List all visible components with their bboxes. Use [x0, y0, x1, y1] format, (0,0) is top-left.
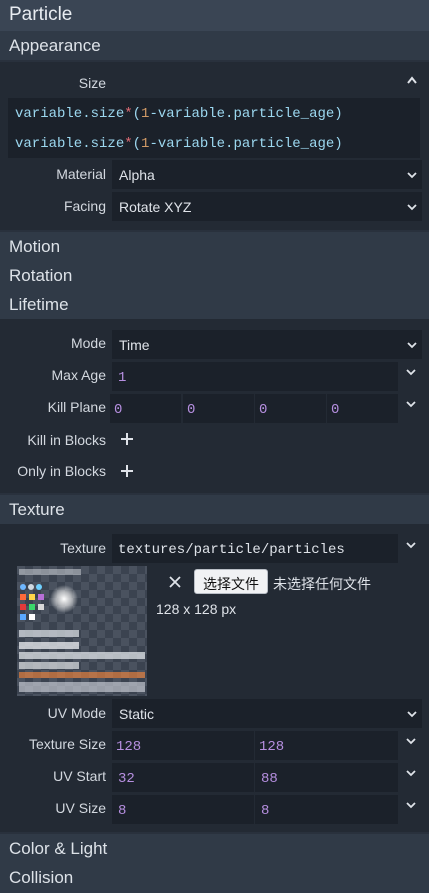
chevron-down-icon[interactable]	[406, 540, 416, 550]
uv-start-input-v[interactable]: 88	[255, 763, 398, 792]
section-lifetime-title: Lifetime	[9, 295, 69, 314]
kill-plane-input-a[interactable]: 0	[110, 394, 181, 423]
texture-size-input-v[interactable]: 128	[255, 731, 398, 760]
material-label: Material	[56, 166, 106, 182]
panel-title: Particle	[9, 4, 73, 25]
uv-start-value-v: 88	[261, 771, 278, 787]
mode-select[interactable]: Time	[112, 330, 422, 359]
section-rotation-title: Rotation	[9, 266, 73, 285]
uv-start-input-u[interactable]: 32	[112, 763, 254, 792]
kill-plane-value-a: 0	[114, 402, 123, 418]
plus-icon[interactable]	[120, 464, 134, 478]
section-rotation-header[interactable]: Rotation	[0, 261, 429, 290]
material-value: Alpha	[119, 167, 155, 183]
plus-icon[interactable]	[120, 432, 134, 446]
section-appearance-title: Appearance	[9, 36, 101, 55]
chevron-down-icon	[407, 204, 417, 211]
uv-start-label: UV Start	[53, 768, 106, 784]
size-expression-input-2[interactable]: variable.size*(1-variable.particle_age)	[8, 128, 420, 158]
chevron-down-icon[interactable]	[406, 367, 416, 377]
kill-plane-input-d[interactable]: 0	[327, 394, 398, 423]
material-select[interactable]: Alpha	[112, 160, 422, 189]
facing-select[interactable]: Rotate XYZ	[112, 192, 422, 221]
uv-mode-select[interactable]: Static	[112, 699, 422, 728]
chevron-up-icon[interactable]	[406, 75, 418, 85]
size-expression-input-1[interactable]: variable.size*(1-variable.particle_age)	[8, 98, 420, 128]
section-motion-title: Motion	[9, 237, 61, 256]
section-appearance-body: Size variable.size*(1-variable.particle_…	[0, 62, 429, 230]
texture-size-value-v: 128	[259, 739, 285, 755]
uv-mode-label: UV Mode	[47, 705, 106, 721]
choose-file-label: 选择文件	[203, 576, 259, 592]
section-appearance-header[interactable]: Appearance	[0, 31, 429, 60]
size-label: Size	[78, 75, 106, 91]
texture-path-value: textures/particle/particles	[118, 542, 345, 558]
uv-start-value-u: 32	[118, 771, 135, 787]
choose-file-button[interactable]: 选择文件	[194, 569, 268, 594]
section-collision-header[interactable]: Collision	[0, 863, 429, 893]
kill-plane-label: Kill Plane	[47, 399, 106, 415]
section-texture-body: Texture textures/particle/particles 选择文件…	[0, 524, 429, 832]
texture-label: Texture	[60, 540, 106, 556]
uv-size-input-u[interactable]: 8	[112, 795, 254, 824]
section-color-light-header[interactable]: Color & Light	[0, 834, 429, 863]
max-age-input[interactable]: 1	[112, 362, 398, 391]
max-age-value: 1	[118, 370, 127, 386]
uv-size-input-v[interactable]: 8	[255, 795, 398, 824]
mode-label: Mode	[70, 335, 106, 351]
kill-plane-input-b[interactable]: 0	[183, 394, 254, 423]
chevron-down-icon[interactable]	[406, 800, 416, 810]
max-age-label: Max Age	[51, 367, 106, 383]
panel-header: Particle	[0, 0, 429, 31]
uv-size-value-u: 8	[118, 803, 127, 819]
chevron-down-icon[interactable]	[406, 736, 416, 746]
chevron-down-icon[interactable]	[406, 399, 416, 409]
kill-plane-value-c: 0	[259, 402, 268, 418]
mode-value: Time	[119, 337, 150, 353]
texture-size-label: Texture Size	[28, 736, 106, 752]
section-collision-title: Collision	[9, 868, 74, 887]
close-icon[interactable]	[169, 576, 181, 588]
chevron-down-icon	[407, 172, 417, 179]
texture-path-input[interactable]: textures/particle/particles	[112, 534, 398, 563]
chevron-down-icon	[407, 342, 417, 349]
facing-label: Facing	[63, 198, 106, 214]
chevron-down-icon[interactable]	[406, 768, 416, 778]
only-in-blocks-label: Only in Blocks	[17, 463, 106, 479]
texture-size-input-u[interactable]: 128	[112, 731, 254, 760]
uv-size-value-v: 8	[261, 803, 270, 819]
kill-in-blocks-label: Kill in Blocks	[27, 432, 106, 448]
facing-value: Rotate XYZ	[119, 199, 192, 215]
size-expression-text-2: variable.size*(1-variable.particle_age)	[15, 136, 343, 152]
section-lifetime-body: Mode Time Max Age 1 Kill Plane 0 0 0 0 K…	[0, 319, 429, 493]
uv-mode-value: Static	[119, 706, 155, 722]
texture-preview-image	[17, 566, 147, 696]
size-expression-text-1: variable.size*(1-variable.particle_age)	[15, 106, 343, 122]
no-file-text: 未选择任何文件	[273, 576, 371, 592]
texture-size-value-u: 128	[116, 739, 142, 755]
section-texture-title: Texture	[9, 500, 65, 519]
kill-plane-value-d: 0	[331, 402, 340, 418]
chevron-down-icon	[407, 711, 417, 718]
section-lifetime-header[interactable]: Lifetime	[0, 290, 429, 319]
section-texture-header[interactable]: Texture	[0, 495, 429, 524]
section-motion-header[interactable]: Motion	[0, 232, 429, 261]
texture-dimensions: 128 x 128 px	[156, 601, 237, 617]
kill-plane-value-b: 0	[187, 402, 196, 418]
kill-plane-input-c[interactable]: 0	[255, 394, 326, 423]
uv-size-label: UV Size	[55, 800, 106, 816]
section-color-light-title: Color & Light	[9, 839, 108, 858]
